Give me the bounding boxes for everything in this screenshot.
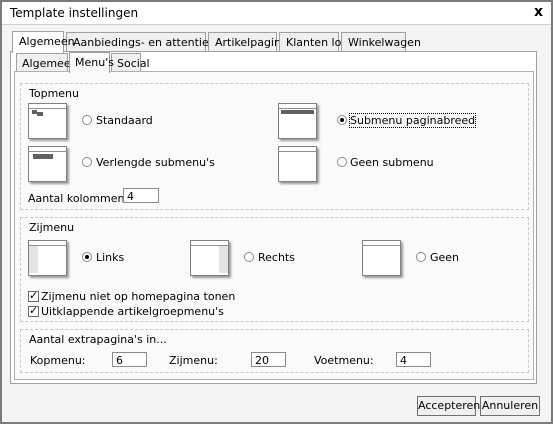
radio-verlengde-submenus[interactable] <box>82 157 92 167</box>
label-zijmenu-niet-op-home: Zijmenu niet op homepagina tonen <box>41 290 236 303</box>
label-standaard: Standaard <box>96 114 153 127</box>
radio-submenu-paginabreed[interactable] <box>337 115 347 125</box>
subtab-menus[interactable]: Menu's <box>69 52 114 73</box>
label-links: Links <box>96 251 125 264</box>
label-geen: Geen <box>430 251 460 264</box>
thumb-sidebar <box>29 246 38 273</box>
no-sidebar-thumb[interactable] <box>362 240 401 276</box>
label-kopmenu: Kopmenu: <box>30 354 86 367</box>
standard-menu-thumb[interactable] <box>28 103 67 139</box>
topmenu-title: Topmenu <box>29 87 79 100</box>
label-submenu-paginabreed: Submenu paginabreed <box>348 113 477 128</box>
thumb-bar <box>279 108 316 109</box>
right-sidebar-thumb[interactable] <box>190 240 229 276</box>
columns-input[interactable]: 4 <box>123 188 159 203</box>
fullwidth-submenu-thumb[interactable] <box>278 103 317 139</box>
tab-aanbiedingen[interactable]: Aanbiedings- en attentieartikelen <box>66 32 257 52</box>
subtab-algemeen[interactable]: Algemeen <box>16 53 78 72</box>
label-geen-submenu: Geen submenu <box>350 156 434 169</box>
thumb-block <box>37 112 43 116</box>
thumb-block <box>281 110 314 114</box>
topmenu-section: Topmenu <box>20 83 529 210</box>
left-sidebar-thumb[interactable] <box>28 240 67 276</box>
close-icon[interactable]: x <box>534 4 543 20</box>
thumb-block <box>33 154 53 159</box>
title-bar: Template instellingen x <box>2 2 551 25</box>
label-rechts: Rechts <box>258 251 295 264</box>
checkbox-uitklappende-menus[interactable] <box>28 304 39 317</box>
columns-label: Aantal kolommen: <box>28 192 129 205</box>
subtab-social[interactable]: Social <box>111 53 150 72</box>
checkbox-zijmenu-niet-op-home[interactable] <box>28 289 39 302</box>
tab-artikelpaginas[interactable]: Artikelpagina's <box>208 32 296 52</box>
no-submenu-thumb[interactable] <box>278 146 317 182</box>
voetmenu-input[interactable]: 4 <box>396 352 431 367</box>
radio-links[interactable] <box>82 252 92 262</box>
thumb-bar <box>279 151 316 152</box>
thumb-sidebar <box>219 246 228 273</box>
tab-klanten-login[interactable]: Klanten login <box>279 32 358 52</box>
radio-standaard[interactable] <box>82 115 92 125</box>
tab-algemeen[interactable]: Algemeen <box>12 31 75 53</box>
extended-submenu-thumb[interactable] <box>28 146 67 182</box>
thumb-bar <box>29 108 66 109</box>
extrapages-title: Aantal extrapagina's in... <box>29 333 167 346</box>
window-title: Template instellingen <box>10 6 139 20</box>
radio-geen[interactable] <box>416 252 426 262</box>
label-verlengde-submenus: Verlengde submenu's <box>96 156 215 169</box>
thumb-bar <box>363 245 400 246</box>
radio-geen-submenu[interactable] <box>337 157 347 167</box>
radio-rechts[interactable] <box>244 252 254 262</box>
kopmenu-input[interactable]: 6 <box>112 352 147 367</box>
tab-winkelwagen[interactable]: Winkelwagen <box>341 32 421 52</box>
label-uitklappende-menus: Uitklappende artikelgroepmenu's <box>41 305 224 318</box>
zijmenu-input[interactable]: 20 <box>251 352 286 367</box>
sidemenu-title: Zijmenu <box>29 221 75 234</box>
label-zijmenu-count: Zijmenu: <box>169 354 218 367</box>
thumb-bar <box>29 151 66 152</box>
cancel-button[interactable]: Annuleren <box>480 396 540 416</box>
label-voetmenu: Voetmenu: <box>314 354 374 367</box>
accept-button[interactable]: Accepteren <box>417 396 480 416</box>
